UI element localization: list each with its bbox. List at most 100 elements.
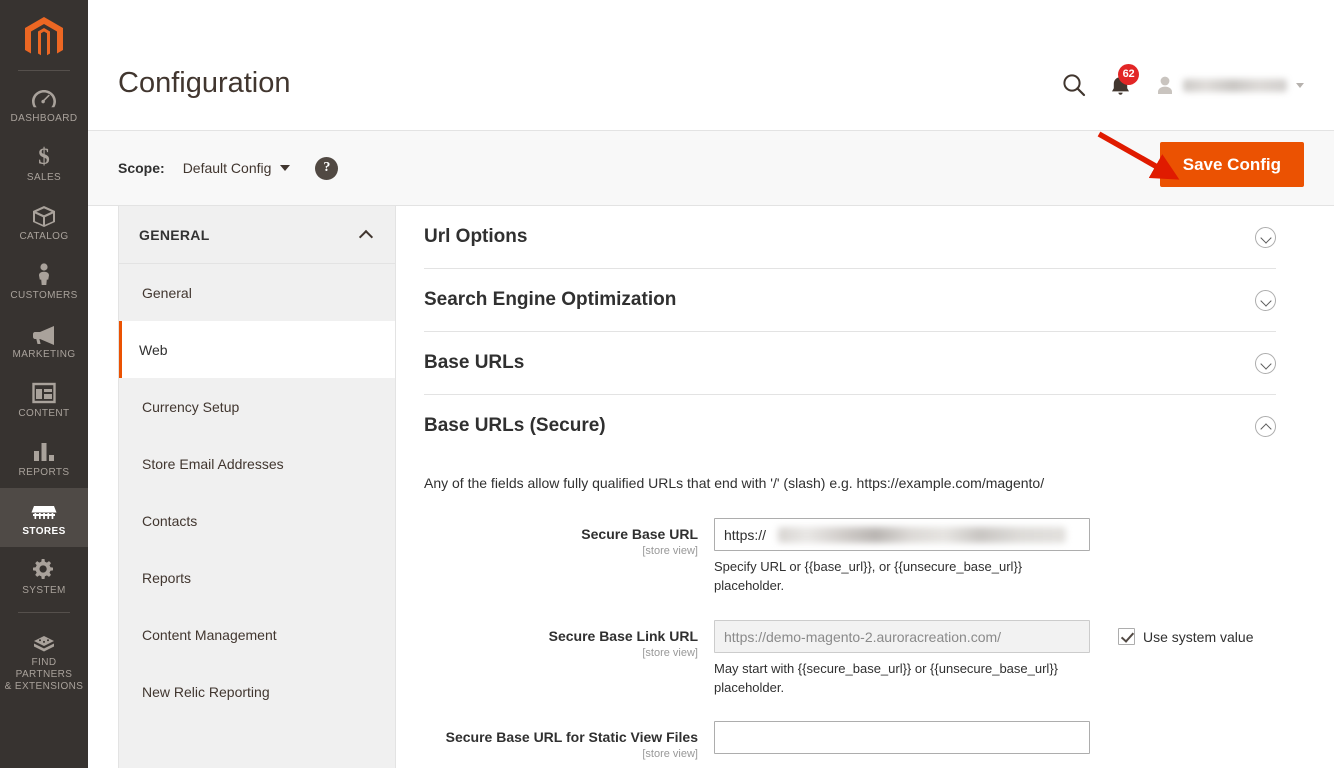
field-secure-base-link-url: Secure Base Link URL [store view] May st… — [424, 620, 1276, 697]
config-nav: GENERAL General Web Currency Setup Store… — [118, 206, 396, 768]
admin-sidebar: Dashboard $ Sales Catalog Customers Mark… — [0, 0, 88, 768]
stores-icon — [31, 496, 57, 522]
sidebar-item-customers[interactable]: Customers — [0, 252, 88, 311]
field-input-col: Specify URL or {{base_url}}, or {{unsecu… — [714, 518, 1090, 595]
section-url-options: Url Options — [424, 206, 1276, 269]
svg-text:$: $ — [38, 144, 50, 168]
use-system-value-toggle[interactable]: Use system value — [1118, 620, 1253, 645]
sidebar-item-label: Dashboard — [10, 113, 78, 124]
sidebar-item-stores[interactable]: Stores — [0, 488, 88, 547]
config-nav-item-store-email-addresses[interactable]: Store Email Addresses — [119, 435, 395, 492]
section-note: Any of the fields allow fully qualified … — [424, 475, 1045, 491]
sidebar-item-label: Stores — [22, 526, 66, 537]
scope-bar: Scope: Default Config ? Save Config — [88, 130, 1334, 206]
notifications-button[interactable]: 62 — [1109, 63, 1139, 98]
secure-base-url-static-view-files-input[interactable] — [714, 721, 1090, 754]
sidebar-item-catalog[interactable]: Catalog — [0, 193, 88, 252]
field-label-col: Secure Base Link URL [store view] — [424, 620, 714, 661]
secure-base-url-input[interactable] — [714, 518, 1090, 551]
header-tools: 62 — [1061, 0, 1304, 98]
field-input-col — [714, 721, 1090, 754]
help-icon[interactable]: ? — [315, 156, 339, 180]
field-label-col: Secure Base URL [store view] — [424, 518, 714, 559]
field-label-col: Secure Base URL for Static View Files [s… — [424, 721, 714, 762]
sidebar-item-marketing[interactable]: Marketing — [0, 311, 88, 370]
sidebar-item-find-partners-extensions[interactable]: Find Partners & Extensions — [0, 619, 88, 702]
secure-base-link-url-input — [714, 620, 1090, 653]
field-label: Secure Base URL for Static View Files — [445, 729, 698, 745]
config-nav-item-general[interactable]: General — [119, 264, 395, 321]
section-search-engine-optimization-header[interactable]: Search Engine Optimization — [424, 269, 1276, 331]
field-label: Secure Base Link URL — [548, 628, 698, 644]
extensions-label-line1: Find Partners — [15, 657, 73, 680]
use-system-value-checkbox[interactable] — [1118, 628, 1135, 645]
config-nav-item-content-management[interactable]: Content Management — [119, 606, 395, 663]
search-icon — [1063, 74, 1086, 97]
content-icon — [32, 378, 56, 404]
dashboard-icon — [31, 83, 57, 109]
save-config-button[interactable]: Save Config — [1159, 142, 1304, 187]
chevron-up-icon — [1255, 415, 1276, 437]
config-group-general[interactable]: GENERAL — [119, 206, 395, 264]
config-nav-item-currency-setup[interactable]: Currency Setup — [119, 378, 395, 435]
field-secure-base-url: Secure Base URL [store view] Specify URL… — [424, 518, 1276, 595]
config-body: GENERAL General Web Currency Setup Store… — [88, 206, 1334, 768]
sidebar-item-label: Sales — [26, 172, 62, 183]
section-base-urls-secure-header[interactable]: Base URLs (Secure) — [424, 395, 1276, 457]
field-scope: [store view] — [642, 748, 698, 760]
main-area: Configuration 62 Scope: Default Config ?… — [88, 0, 1334, 768]
field-label: Secure Base URL — [581, 526, 698, 542]
sidebar-item-reports[interactable]: Reports — [0, 429, 88, 488]
section-title: Base URLs (Secure) — [424, 415, 606, 436]
scope-label: Scope: — [118, 160, 165, 176]
sidebar-item-label: Reports — [18, 467, 70, 478]
config-group-label: GENERAL — [139, 226, 210, 243]
search-button[interactable] — [1061, 72, 1087, 98]
section-title: Base URLs — [424, 352, 525, 373]
customers-icon — [35, 260, 53, 286]
section-url-options-header[interactable]: Url Options — [424, 206, 1276, 268]
chevron-down-icon — [1296, 82, 1304, 88]
sidebar-item-label: Catalog — [19, 231, 69, 242]
section-base-urls: Base URLs — [424, 332, 1276, 395]
chevron-down-icon — [280, 165, 291, 171]
admin-page: Dashboard $ Sales Catalog Customers Mark… — [0, 0, 1334, 768]
sidebar-item-label: Content — [18, 408, 70, 419]
chevron-down-icon — [1255, 289, 1276, 311]
config-content: Url Options Search Engine Optimization B… — [396, 206, 1304, 768]
catalog-icon — [31, 201, 57, 227]
section-title: Url Options — [424, 226, 528, 247]
user-menu[interactable] — [1154, 73, 1304, 97]
scope-selector[interactable]: Default Config — [183, 160, 291, 176]
sidebar-item-dashboard[interactable]: Dashboard — [0, 75, 88, 134]
sales-icon: $ — [35, 142, 53, 168]
marketing-icon — [31, 319, 57, 345]
section-title: Search Engine Optimization — [424, 289, 677, 310]
field-scope: [store view] — [642, 545, 698, 557]
use-system-value-label: Use system value — [1143, 628, 1254, 645]
magento-logo[interactable] — [0, 8, 88, 70]
scope-selected-value: Default Config — [182, 160, 272, 176]
sidebar-item-label: Find Partners & Extensions — [2, 657, 86, 693]
config-nav-item-contacts[interactable]: Contacts — [119, 492, 395, 549]
page-header: Configuration 62 — [88, 0, 1334, 130]
sidebar-item-label: Marketing — [12, 349, 76, 360]
field-input-col: May start with {{secure_base_url}} or {{… — [714, 620, 1090, 697]
field-hint: Specify URL or {{base_url}}, or {{unsecu… — [714, 559, 1023, 593]
config-nav-item-web[interactable]: Web — [119, 321, 395, 378]
sidebar-item-content[interactable]: Content — [0, 370, 88, 429]
reports-icon — [32, 437, 56, 463]
section-base-urls-header[interactable]: Base URLs — [424, 332, 1276, 394]
chevron-up-icon — [360, 231, 373, 239]
config-nav-item-reports[interactable]: Reports — [119, 549, 395, 606]
sidebar-item-system[interactable]: System — [0, 547, 88, 606]
config-nav-item-new-relic-reporting[interactable]: New Relic Reporting — [119, 663, 395, 720]
system-icon — [32, 555, 56, 581]
sidebar-item-label: Customers — [10, 290, 78, 301]
notification-count-badge: 62 — [1118, 63, 1139, 85]
user-name — [1183, 78, 1287, 92]
field-hint: May start with {{secure_base_url}} or {{… — [714, 661, 1059, 695]
sidebar-item-label: System — [22, 585, 66, 596]
sidebar-item-sales[interactable]: $ Sales — [0, 134, 88, 193]
section-base-urls-secure: Base URLs (Secure) Any of the fields all… — [424, 395, 1276, 762]
